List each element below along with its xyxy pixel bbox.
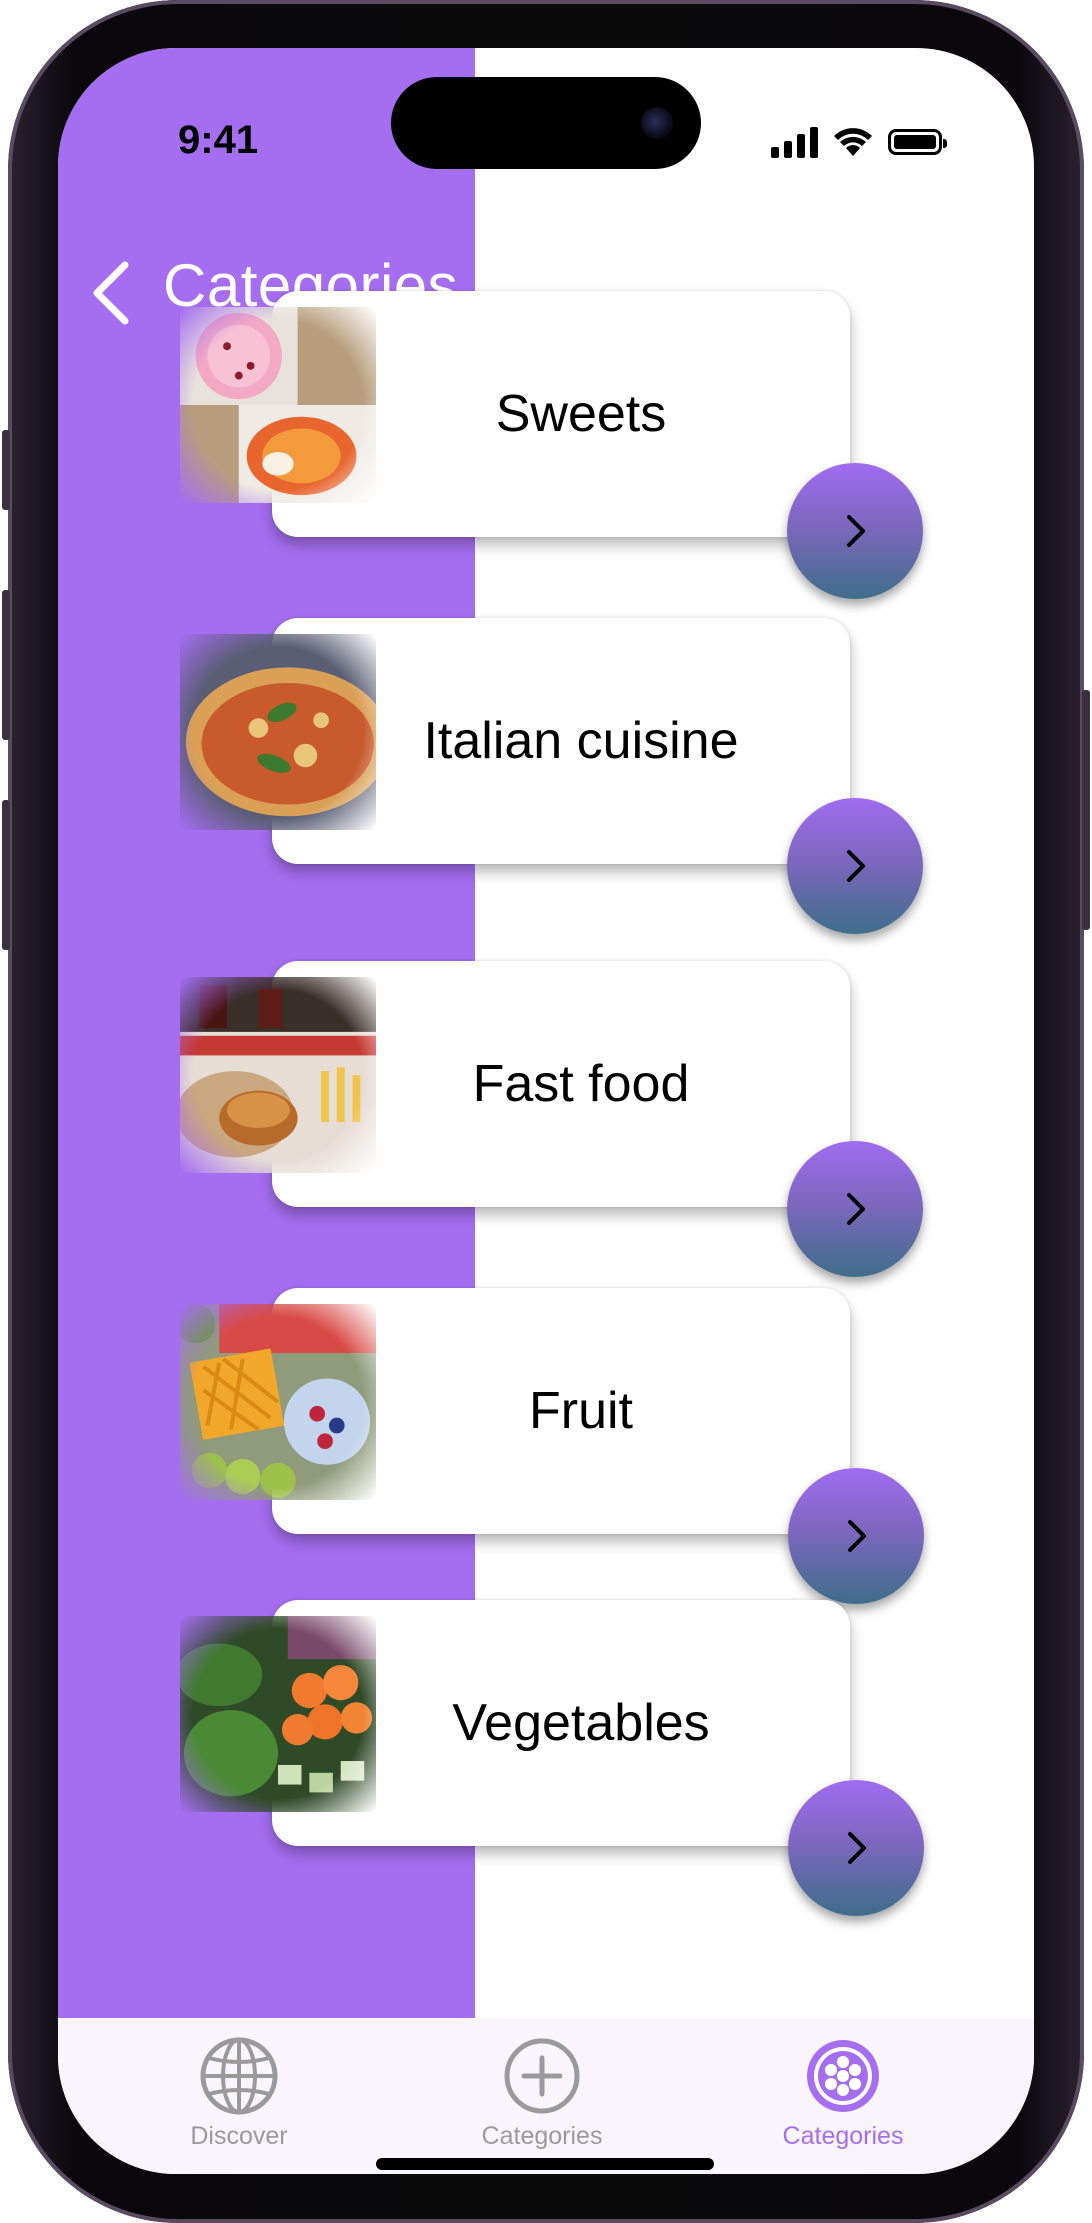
grid-dots-icon [807,2040,879,2112]
tab-bar: Discover Categories Categories [58,2018,1034,2174]
camera-icon [641,107,673,139]
chevron-left-icon [93,261,129,325]
chevron-right-icon [848,1832,866,1864]
power-button [1082,690,1090,930]
back-button[interactable] [83,253,143,333]
volume-down-button [2,800,10,950]
chevron-right-icon [847,1193,865,1225]
category-image-vegetables [180,1616,376,1812]
open-category-fast-food-button[interactable] [787,1141,923,1277]
volume-up-button [2,590,10,740]
status-icons [771,126,947,158]
chevron-right-icon [848,1520,866,1552]
dynamic-island [391,77,701,169]
tab-label: Categories [481,2122,603,2150]
cellular-signal-icon [771,126,818,158]
category-image-fast-food [180,977,376,1173]
open-category-fruit-button[interactable] [788,1468,924,1604]
open-category-sweets-button[interactable] [787,463,923,599]
tab-label: Discover [190,2122,288,2150]
open-category-italian-cuisine-button[interactable] [787,798,923,934]
status-time: 9:41 [178,118,259,162]
wifi-icon [834,128,872,156]
category-image-sweets [180,307,376,503]
tab-discover[interactable]: Discover [89,2018,389,2174]
silent-switch [2,430,10,510]
battery-icon [888,129,947,155]
category-image-italian-cuisine [180,634,376,830]
globe-icon [200,2037,278,2115]
tab-categories[interactable]: Categories [693,2018,993,2174]
plus-circle-icon [504,2038,580,2114]
tab-categories-add[interactable]: Categories [392,2018,692,2174]
chevron-right-icon [847,515,865,547]
screen: 9:41 Categories Sweets Italian cuisine F… [58,48,1034,2174]
open-category-vegetables-button[interactable] [788,1780,924,1916]
tab-label: Categories [782,2122,904,2150]
category-image-fruit [180,1304,376,1500]
chevron-right-icon [847,850,865,882]
home-indicator[interactable] [376,2158,714,2170]
